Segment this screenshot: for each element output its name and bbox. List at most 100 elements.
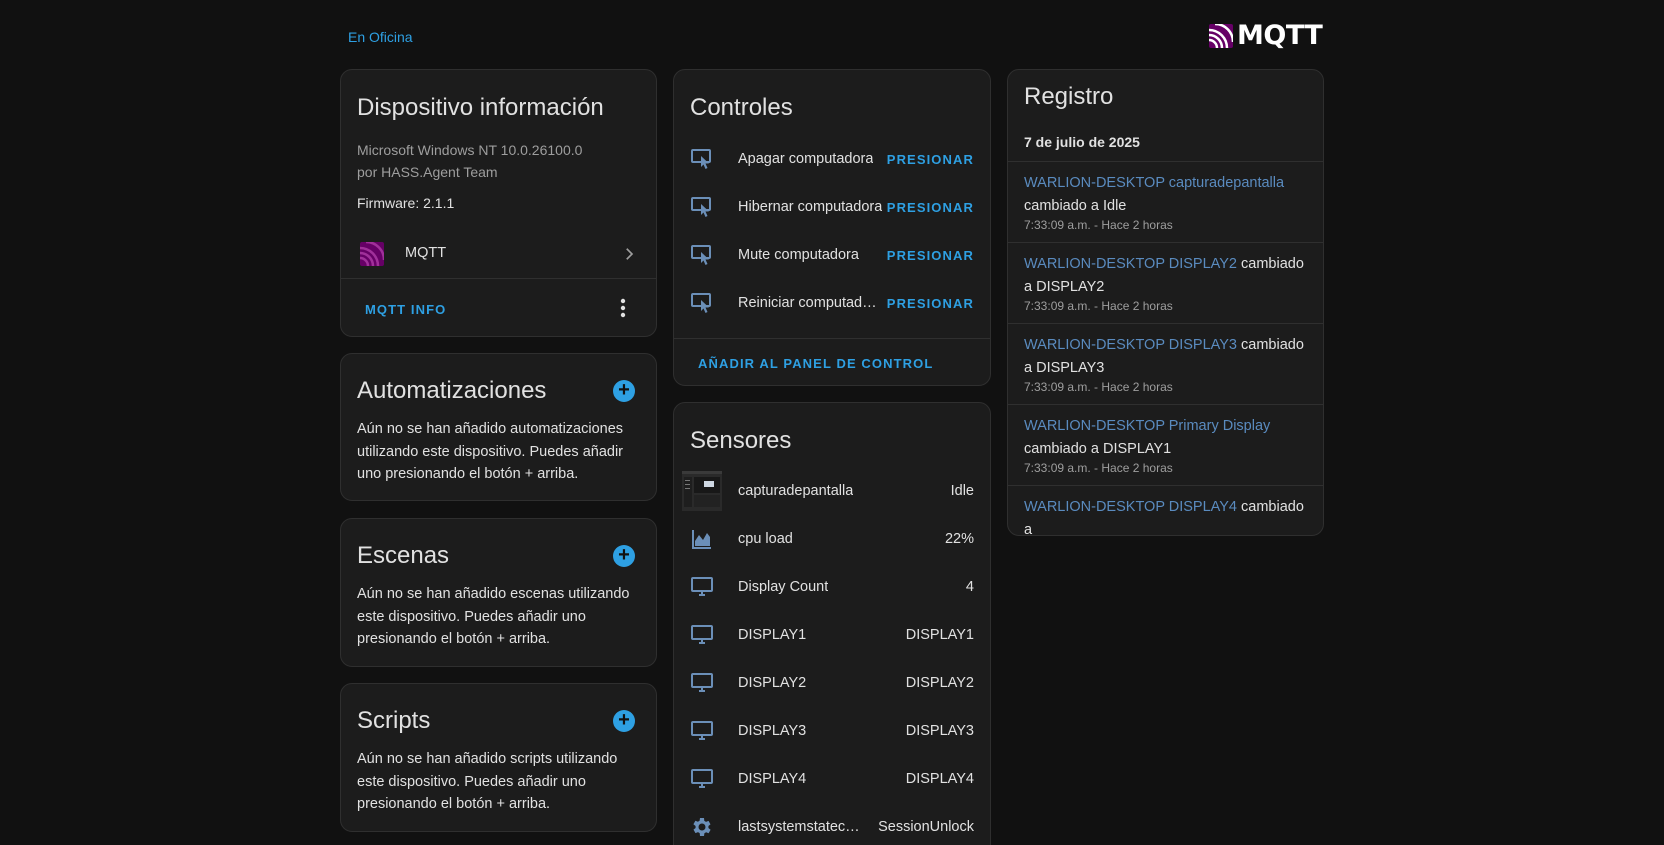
mqtt-logo-icon xyxy=(1209,23,1233,48)
sensor-row[interactable]: Display Count 4 xyxy=(674,563,990,611)
logbook-entry: WARLION-DESKTOP DISPLAY3 cambiado a DISP… xyxy=(1008,324,1323,405)
logbook-time: 7:33:09 a.m. - Hace 2 horas xyxy=(1024,299,1173,313)
control-row: Reiniciar computado… PRESIONAR xyxy=(674,279,990,327)
logbook-time: 7:33:09 a.m. - Hace 2 horas xyxy=(1024,380,1173,394)
logbook-entry: WARLION-DESKTOP DISPLAY4 cambiado a xyxy=(1008,486,1323,535)
sensor-value: Idle xyxy=(950,483,974,499)
sensor-row[interactable]: DISPLAY1 DISPLAY1 xyxy=(674,611,990,659)
sensor-name: DISPLAY1 xyxy=(738,627,807,643)
monitor-icon xyxy=(690,623,714,647)
logbook-card: Registro 7 de julio de 2025 WARLION-DESK… xyxy=(1007,69,1324,536)
sensor-name: DISPLAY4 xyxy=(738,771,807,787)
sensor-name: capturadepantalla xyxy=(738,483,854,499)
gear-icon xyxy=(690,815,714,839)
button-press-icon xyxy=(690,291,714,315)
logbook-entry: WARLION-DESKTOP Primary Display cambiado… xyxy=(1008,405,1323,486)
sensor-row[interactable]: DISPLAY4 DISPLAY4 xyxy=(674,755,990,803)
sensor-row[interactable]: DISPLAY2 DISPLAY2 xyxy=(674,659,990,707)
control-row: Apagar computadora PRESIONAR xyxy=(674,135,990,183)
breadcrumb-area-link[interactable]: En Oficina xyxy=(348,29,413,45)
logbook-entity-link[interactable]: WARLION-DESKTOP Primary Display xyxy=(1024,418,1270,434)
mqtt-integration-label: MQTT xyxy=(405,245,447,261)
press-button[interactable]: PRESIONAR xyxy=(887,152,974,167)
add-to-dashboard-button[interactable]: AÑADIR AL PANEL DE CONTROL xyxy=(698,356,933,371)
controls-title: Controles xyxy=(690,94,793,121)
scenes-empty-text: Aún no se han añadido escenas utilizando… xyxy=(357,586,630,647)
press-button[interactable]: PRESIONAR xyxy=(887,248,974,263)
sensor-value: SessionUnlock xyxy=(878,819,974,835)
screenshot-thumbnail xyxy=(682,471,722,511)
logbook-change-text: cambiado a Idle xyxy=(1024,197,1127,214)
scripts-card: Scripts + Aún no se han añadido scripts … xyxy=(340,683,657,832)
sensor-value: DISPLAY3 xyxy=(905,723,974,739)
logbook-time: 7:33:09 a.m. - Hace 2 horas xyxy=(1024,461,1173,475)
logbook-time: 7:33:09 a.m. - Hace 2 horas xyxy=(1024,218,1173,232)
logbook-entry: WARLION-DESKTOP DISPLAY2 cambiado a DISP… xyxy=(1008,243,1323,324)
logbook-entry: WARLION-DESKTOP capturadepantalla cambia… xyxy=(1008,162,1323,243)
sensor-value: 4 xyxy=(965,579,974,595)
sensor-row[interactable]: capturadepantalla Idle xyxy=(674,467,990,515)
add-scene-button[interactable]: + xyxy=(613,545,635,567)
automations-empty-text: Aún no se han añadido automatizaciones u… xyxy=(357,421,624,482)
device-model: Microsoft Windows NT 10.0.26100.0 xyxy=(357,142,583,158)
device-manufacturer: por HASS.Agent Team xyxy=(357,164,498,180)
monitor-icon xyxy=(690,671,714,695)
mqtt-integration-row[interactable]: MQTT xyxy=(341,230,656,278)
sensor-name: Display Count xyxy=(738,579,829,595)
device-info-title: Dispositivo información xyxy=(357,94,604,121)
mqtt-brand-logo: MQTT xyxy=(1209,20,1323,51)
logbook-date: 7 de julio de 2025 xyxy=(1024,134,1140,150)
add-script-button[interactable]: + xyxy=(613,710,635,732)
automations-card: Automatizaciones + Aún no se han añadido… xyxy=(340,353,657,501)
logbook-change-text: cambiado a DISPLAY1 xyxy=(1024,440,1172,457)
sensor-name: cpu load xyxy=(738,531,793,547)
sensor-value: DISPLAY1 xyxy=(905,627,974,643)
sensor-name: DISPLAY2 xyxy=(738,675,807,691)
sensor-row[interactable]: lastsystemstatech… SessionUnlock xyxy=(674,803,990,845)
mqtt-info-button[interactable]: MQTT INFO xyxy=(365,302,446,317)
button-press-icon xyxy=(690,147,714,171)
mqtt-integration-icon xyxy=(360,242,384,266)
control-name[interactable]: Apagar computadora xyxy=(738,151,873,167)
press-button[interactable]: PRESIONAR xyxy=(887,296,974,311)
device-info-divider xyxy=(341,278,656,279)
sensor-row[interactable]: DISPLAY3 DISPLAY3 xyxy=(674,707,990,755)
monitor-icon xyxy=(690,575,714,599)
mqtt-brand-text: MQTT xyxy=(1237,20,1323,51)
button-press-icon xyxy=(690,243,714,267)
scripts-empty-text: Aún no se han añadido scripts utilizando… xyxy=(357,751,618,812)
logbook-title: Registro xyxy=(1024,83,1114,110)
monitor-icon xyxy=(690,719,714,743)
logbook-entity-link[interactable]: WARLION-DESKTOP capturadepantalla xyxy=(1024,175,1284,191)
control-name[interactable]: Reiniciar computado… xyxy=(738,295,884,311)
logbook-entity-link[interactable]: WARLION-DESKTOP DISPLAY3 xyxy=(1024,337,1237,353)
press-button[interactable]: PRESIONAR xyxy=(887,200,974,215)
sensor-value: 22% xyxy=(944,531,974,547)
sensors-card: Sensores capturadepantalla Idle cpu load 22… xyxy=(673,402,991,845)
controls-card: Controles Apagar computadora PRESIONAR Hib… xyxy=(673,69,991,386)
sensors-title: Sensores xyxy=(690,427,792,454)
scripts-title: Scripts xyxy=(357,707,431,734)
automations-title: Automatizaciones xyxy=(357,377,547,404)
control-name[interactable]: Mute computadora xyxy=(738,247,859,263)
more-options-icon[interactable] xyxy=(620,298,626,318)
logbook-entity-link[interactable]: WARLION-DESKTOP DISPLAY4 xyxy=(1024,499,1237,515)
button-press-icon xyxy=(690,195,714,219)
sensor-row[interactable]: cpu load 22% xyxy=(674,515,990,563)
sensor-name: lastsystemstatech… xyxy=(738,819,864,835)
scenes-title: Escenas xyxy=(357,542,450,569)
control-row: Hibernar computadora PRESIONAR xyxy=(674,183,990,231)
scenes-card: Escenas + Aún no se han añadido escenas … xyxy=(340,518,657,667)
control-name[interactable]: Hibernar computadora xyxy=(738,199,882,215)
monitor-icon xyxy=(690,767,714,791)
controls-divider xyxy=(674,338,990,339)
device-firmware: Firmware: 2.1.1 xyxy=(357,195,455,211)
control-row: Mute computadora PRESIONAR xyxy=(674,231,990,279)
sensor-value: DISPLAY4 xyxy=(905,771,974,787)
add-automation-button[interactable]: + xyxy=(613,380,635,402)
sensor-value: DISPLAY2 xyxy=(905,675,974,691)
device-info-card: Dispositivo información Microsoft Window… xyxy=(340,69,657,337)
sensor-name: DISPLAY3 xyxy=(738,723,807,739)
chevron-right-icon xyxy=(626,248,634,260)
logbook-entity-link[interactable]: WARLION-DESKTOP DISPLAY2 xyxy=(1024,256,1237,272)
